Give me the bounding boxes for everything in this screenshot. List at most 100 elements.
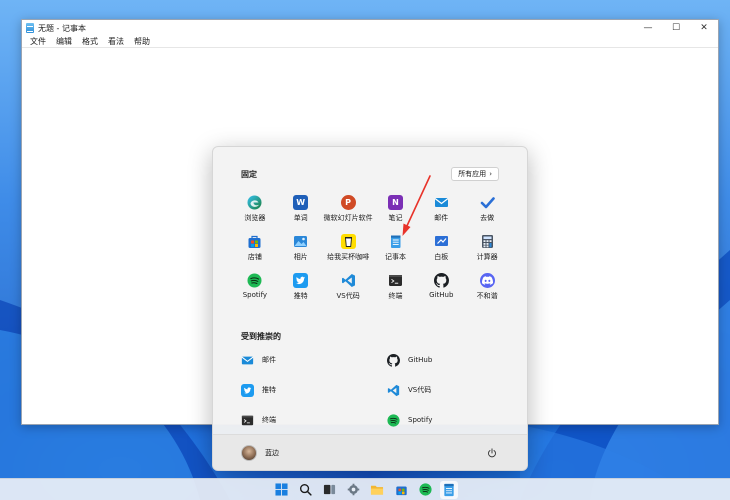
- pinned-app-label: 单词: [293, 214, 308, 222]
- pinned-app-terminal[interactable]: 终端: [373, 273, 419, 303]
- file-explorer-icon: [370, 485, 384, 495]
- pinned-app-whiteboard[interactable]: 白板: [418, 234, 464, 264]
- store-button[interactable]: [392, 481, 410, 499]
- recommended-title: 受到推崇的: [241, 332, 281, 341]
- taskbar: [0, 478, 730, 500]
- mail-icon: [241, 354, 254, 367]
- pinned-app-label: 微软幻灯片软件: [323, 214, 373, 222]
- start-menu-footer: 蓝边: [213, 434, 527, 470]
- recommended-item-label: VS代码: [408, 386, 432, 394]
- notepad-icon: [444, 483, 454, 496]
- maximize-button[interactable]: ☐: [662, 20, 690, 36]
- recommended-item-github[interactable]: GitHub: [387, 353, 527, 367]
- recommended-item-label: 推特: [262, 386, 276, 394]
- search-icon: [299, 483, 312, 496]
- terminal-icon: [241, 414, 254, 427]
- photos-icon: [293, 234, 308, 249]
- pinned-app-word[interactable]: W 单词: [278, 195, 324, 225]
- pinned-apps-grid: 浏览器 W 单词 P 微软幻灯片软件 N 笔记 邮件 去做 店铺 相片 给我买杯…: [232, 195, 510, 303]
- user-name[interactable]: 蓝边: [265, 448, 485, 458]
- recommended-item-label: GitHub: [408, 356, 433, 364]
- power-button[interactable]: [485, 446, 499, 460]
- pinned-app-buy-me-a-coffee[interactable]: 给我买杯咖啡: [324, 234, 373, 264]
- task-view-icon: [323, 484, 335, 495]
- search-button[interactable]: [296, 481, 314, 499]
- pinned-app-todo[interactable]: 去做: [464, 195, 510, 225]
- pinned-app-photos[interactable]: 相片: [278, 234, 324, 264]
- close-button[interactable]: ✕: [690, 20, 718, 36]
- pinned-app-edge[interactable]: 浏览器: [232, 195, 278, 225]
- edge-icon: [247, 195, 262, 210]
- mail-icon: [434, 195, 449, 210]
- menu-bar: 文件 编辑 格式 看法 帮助: [22, 36, 718, 48]
- power-icon: [488, 447, 496, 457]
- recommended-item-vscode[interactable]: VS代码: [387, 383, 527, 397]
- settings-button[interactable]: [344, 481, 362, 499]
- pinned-app-label: 去做: [480, 214, 495, 222]
- all-apps-label: 所有应用: [458, 170, 487, 178]
- pinned-app-twitter[interactable]: 推特: [278, 273, 324, 303]
- task-view-button[interactable]: [320, 481, 338, 499]
- menu-file[interactable]: 文件: [25, 36, 51, 48]
- pinned-app-mail[interactable]: 邮件: [418, 195, 464, 225]
- pinned-app-label: 推特: [293, 292, 308, 300]
- pinned-app-github[interactable]: GitHub: [418, 273, 464, 303]
- github-icon: [387, 353, 400, 367]
- pinned-header: 固定 所有应用 ›: [241, 167, 499, 181]
- pinned-app-store[interactable]: 店铺: [232, 234, 278, 264]
- menu-edit[interactable]: 编辑: [51, 36, 77, 48]
- settings-icon: [347, 483, 359, 496]
- minimize-button[interactable]: —: [634, 20, 662, 36]
- recommended-item-mail[interactable]: 邮件: [241, 353, 387, 367]
- coffee-icon: [340, 234, 356, 249]
- terminal-icon: [388, 273, 403, 288]
- all-apps-button[interactable]: 所有应用 ›: [451, 167, 499, 181]
- pinned-app-label: 给我买杯咖啡: [327, 253, 370, 261]
- recommended-item-spotify[interactable]: Spotify: [387, 413, 527, 427]
- recommended-item-twitter[interactable]: 推特: [241, 383, 387, 397]
- notepad-icon: [388, 234, 403, 249]
- start-menu: 固定 所有应用 › 浏览器 W 单词 P 微软幻灯片软件 N 笔记 邮件 去做 …: [212, 146, 528, 471]
- vscode-icon: [387, 384, 400, 397]
- pinned-app-calculator[interactable]: 计算器: [464, 234, 510, 264]
- spotify-button[interactable]: [416, 481, 434, 499]
- pinned-app-notepad[interactable]: 记事本: [373, 234, 419, 264]
- pinned-app-label: 笔记: [388, 214, 403, 222]
- pinned-app-discord[interactable]: 不和谐: [464, 273, 510, 303]
- discord-icon: [479, 273, 495, 288]
- recommended-header: 受到推崇的: [241, 331, 281, 342]
- recommended-item-terminal[interactable]: 终端: [241, 413, 387, 427]
- calculator-icon: [480, 234, 495, 249]
- pinned-title: 固定: [241, 169, 257, 179]
- pinned-app-label: 邮件: [434, 214, 449, 222]
- whiteboard-icon: [434, 234, 449, 249]
- spotify-icon: [418, 483, 432, 496]
- pinned-app-onenote[interactable]: N 笔记: [373, 195, 419, 225]
- pinned-app-spotify[interactable]: Spotify: [232, 273, 278, 303]
- pinned-app-powerpoint[interactable]: P 微软幻灯片软件: [324, 195, 373, 225]
- title-bar[interactable]: 无题 - 记事本 — ☐ ✕: [22, 20, 718, 36]
- pinned-app-label: 白板: [434, 253, 449, 261]
- pinned-app-label: 记事本: [384, 253, 406, 261]
- twitter-icon: [293, 273, 309, 288]
- pinned-app-label: 不和谐: [476, 292, 498, 300]
- pinned-app-label: VS代码: [336, 292, 360, 300]
- chevron-right-icon: ›: [489, 170, 492, 178]
- file-explorer-button[interactable]: [368, 481, 386, 499]
- menu-format[interactable]: 格式: [77, 36, 103, 48]
- menu-view[interactable]: 看法: [103, 36, 129, 48]
- word-icon: W: [293, 195, 309, 210]
- notepad-taskbar-button[interactable]: [440, 480, 458, 499]
- avatar[interactable]: [241, 444, 257, 461]
- notepad-icon: [26, 23, 34, 33]
- pinned-app-label: 店铺: [247, 253, 262, 261]
- pinned-app-label: 计算器: [476, 253, 498, 261]
- pinned-app-vscode[interactable]: VS代码: [324, 273, 373, 303]
- store-icon: [247, 234, 262, 249]
- pinned-app-label: 相片: [293, 253, 308, 261]
- recommended-item-label: Spotify: [408, 416, 433, 424]
- menu-help[interactable]: 帮助: [129, 36, 155, 48]
- store-icon: [395, 486, 407, 496]
- start-button[interactable]: [272, 481, 290, 499]
- vscode-icon: [341, 273, 356, 288]
